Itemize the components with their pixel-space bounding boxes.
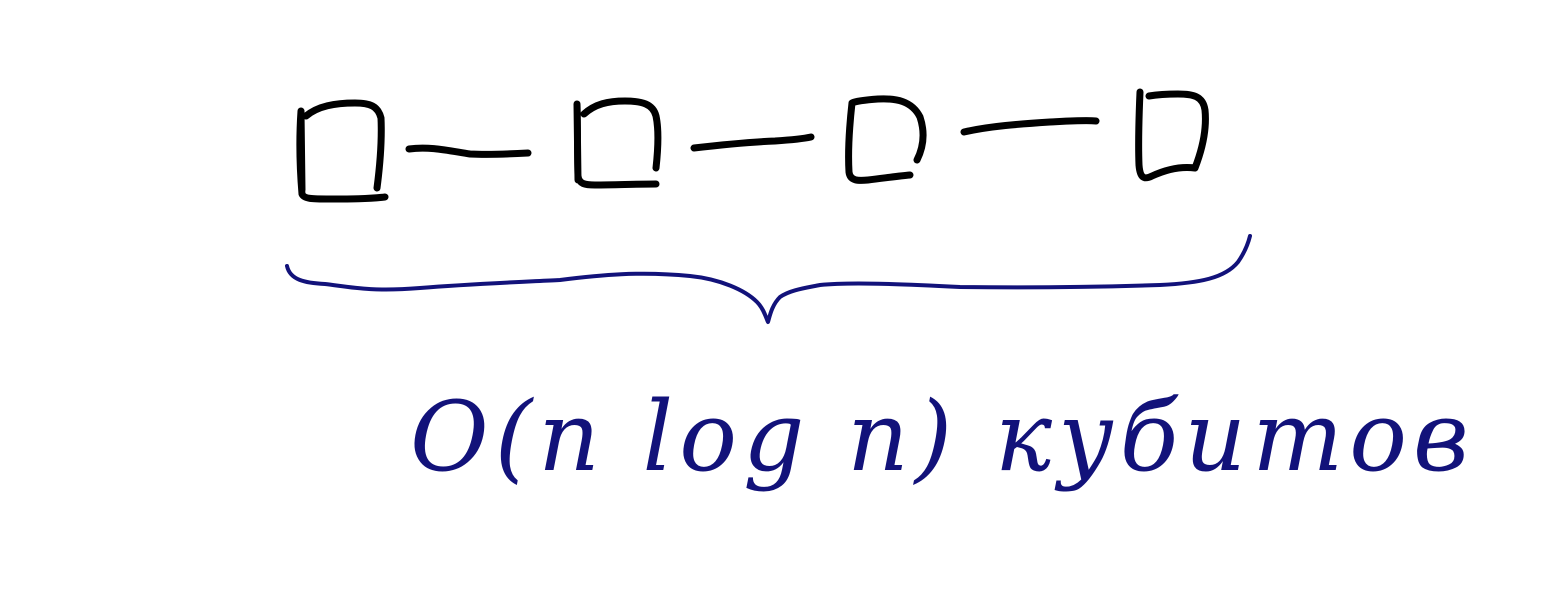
link-1-2 <box>405 144 532 158</box>
qubit-square-1 <box>296 99 389 203</box>
complexity-annotation: O(n log n) кубитов <box>410 381 1475 493</box>
underbrace <box>285 234 1252 324</box>
diagram-canvas: O(n log n) кубитов <box>285 88 1475 493</box>
qubit-square-2 <box>573 97 662 189</box>
qubit-links <box>405 117 1100 158</box>
link-2-3 <box>690 133 815 152</box>
qubit-square-4 <box>1135 88 1209 182</box>
link-3-4 <box>960 117 1100 136</box>
qubit-square-3 <box>845 95 927 184</box>
